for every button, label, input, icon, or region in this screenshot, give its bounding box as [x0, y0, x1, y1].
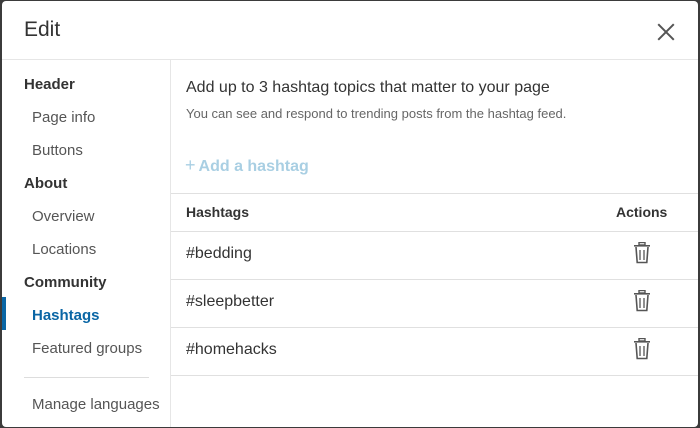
watermark: 知乎 @鲁淼生 — [552, 390, 659, 409]
table-row: #sleepbetter — [171, 279, 698, 328]
plus-icon: + — [185, 155, 196, 175]
hashtag-cell: #sleepbetter — [186, 293, 275, 310]
modal-title: Edit — [24, 18, 61, 41]
close-icon[interactable] — [652, 19, 680, 47]
table-header: Hashtags Actions — [171, 193, 698, 232]
intro-subtitle: You can see and respond to trending post… — [186, 106, 567, 121]
trash-icon[interactable] — [633, 338, 651, 360]
nav-section-community: Community — [24, 274, 107, 291]
edit-modal: Edit Header Page info Buttons About Over… — [2, 1, 698, 427]
table-row: #bedding — [171, 231, 698, 280]
nav-item-page-info[interactable]: Page info — [32, 109, 95, 126]
sidebar-nav: Header Page info Buttons About Overview … — [2, 60, 171, 427]
nav-section-header: Header — [24, 76, 75, 93]
hashtag-cell: #homehacks — [186, 341, 277, 358]
column-header-actions: Actions — [616, 204, 668, 220]
active-indicator — [2, 297, 6, 330]
nav-section-about: About — [24, 175, 68, 192]
trash-icon[interactable] — [633, 242, 651, 264]
add-hashtag-button[interactable]: + Add a hashtag — [185, 155, 309, 176]
hashtag-cell: #bedding — [186, 245, 252, 262]
nav-item-locations[interactable]: Locations — [32, 241, 96, 258]
trash-icon[interactable] — [633, 290, 651, 312]
nav-item-featured-groups[interactable]: Featured groups — [32, 340, 142, 357]
nav-item-manage-languages[interactable]: Manage languages — [32, 396, 160, 413]
add-hashtag-label: Add a hashtag — [198, 158, 309, 175]
intro-title: Add up to 3 hashtag topics that matter t… — [186, 79, 550, 96]
table-row: #homehacks — [171, 327, 698, 376]
hashtags-panel: Add up to 3 hashtag topics that matter t… — [171, 60, 698, 427]
sidebar-divider — [24, 377, 149, 378]
nav-item-hashtags[interactable]: Hashtags — [32, 307, 100, 324]
nav-item-overview[interactable]: Overview — [32, 208, 95, 225]
column-header-hashtags: Hashtags — [186, 204, 250, 220]
nav-item-buttons[interactable]: Buttons — [32, 142, 83, 159]
modal-header: Edit — [2, 1, 698, 60]
